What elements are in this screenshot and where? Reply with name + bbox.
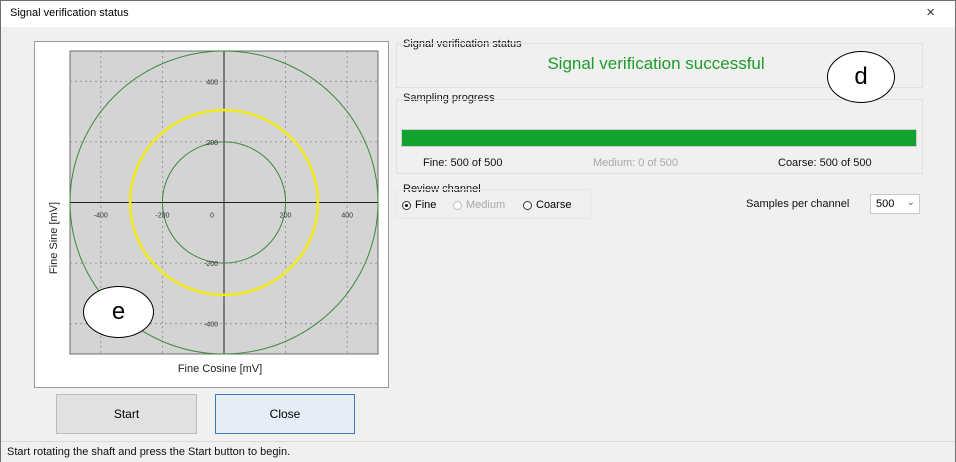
medium-count: Medium: 0 of 500 [593, 157, 678, 169]
samples-per-channel-label: Samples per channel [746, 198, 850, 210]
radio-medium-indicator [453, 200, 462, 210]
y-tick-label: 400 [206, 79, 218, 86]
y-tick-label: -200 [204, 261, 218, 268]
close-icon[interactable]: × [926, 4, 935, 21]
sampling-progress-fill [402, 130, 916, 146]
radio-fine[interactable]: Fine [402, 199, 436, 211]
samples-per-channel-select[interactable]: 500 ⌄ [870, 194, 920, 214]
samples-per-channel-value: 500 [876, 198, 895, 210]
radio-medium[interactable]: Medium [453, 199, 505, 211]
chevron-down-icon: ⌄ [906, 197, 915, 208]
radio-coarse-label: Coarse [536, 199, 572, 211]
signal-verification-window: Signal verification status × -400 -200 0 20… [0, 0, 956, 462]
x-tick-label: -200 [155, 213, 169, 220]
y-tick-label: -400 [204, 322, 218, 329]
title-bar: Signal verification status × [1, 1, 955, 27]
radio-medium-label: Medium [466, 199, 506, 211]
x-tick-label: 0 [210, 213, 214, 220]
y-axis-label: Fine Sine [mV] [48, 201, 60, 275]
x-tick-label: 200 [280, 213, 292, 220]
status-message: Start rotating the shaft and press the S… [7, 446, 291, 458]
x-tick-label: 400 [341, 213, 353, 220]
x-tick-label: -400 [94, 213, 108, 220]
lissajous-plot: -400 -200 0 200 400 -400 -200 200 400 Fine Sine … [34, 41, 389, 388]
fine-count: Fine: 500 of 500 [423, 157, 503, 169]
coarse-count: Coarse: 500 of 500 [778, 157, 872, 169]
plot-canvas: -400 -200 0 200 400 -400 -200 200 400 [69, 50, 379, 355]
window-title: Signal verification status [10, 7, 129, 19]
status-bar: Start rotating the shaft and press the S… [1, 441, 955, 462]
close-button[interactable]: Close [215, 394, 355, 434]
radio-coarse[interactable]: Coarse [523, 199, 571, 211]
radio-coarse-indicator [523, 200, 532, 210]
sampling-progress-bar [401, 129, 917, 147]
callout-d: d [827, 51, 895, 103]
radio-fine-label: Fine [415, 199, 437, 211]
radio-fine-indicator [402, 200, 411, 210]
x-axis-label: Fine Cosine [mV] [177, 363, 263, 375]
callout-e: e [83, 286, 154, 338]
start-button[interactable]: Start [56, 394, 197, 434]
y-tick-label: 200 [206, 140, 218, 147]
